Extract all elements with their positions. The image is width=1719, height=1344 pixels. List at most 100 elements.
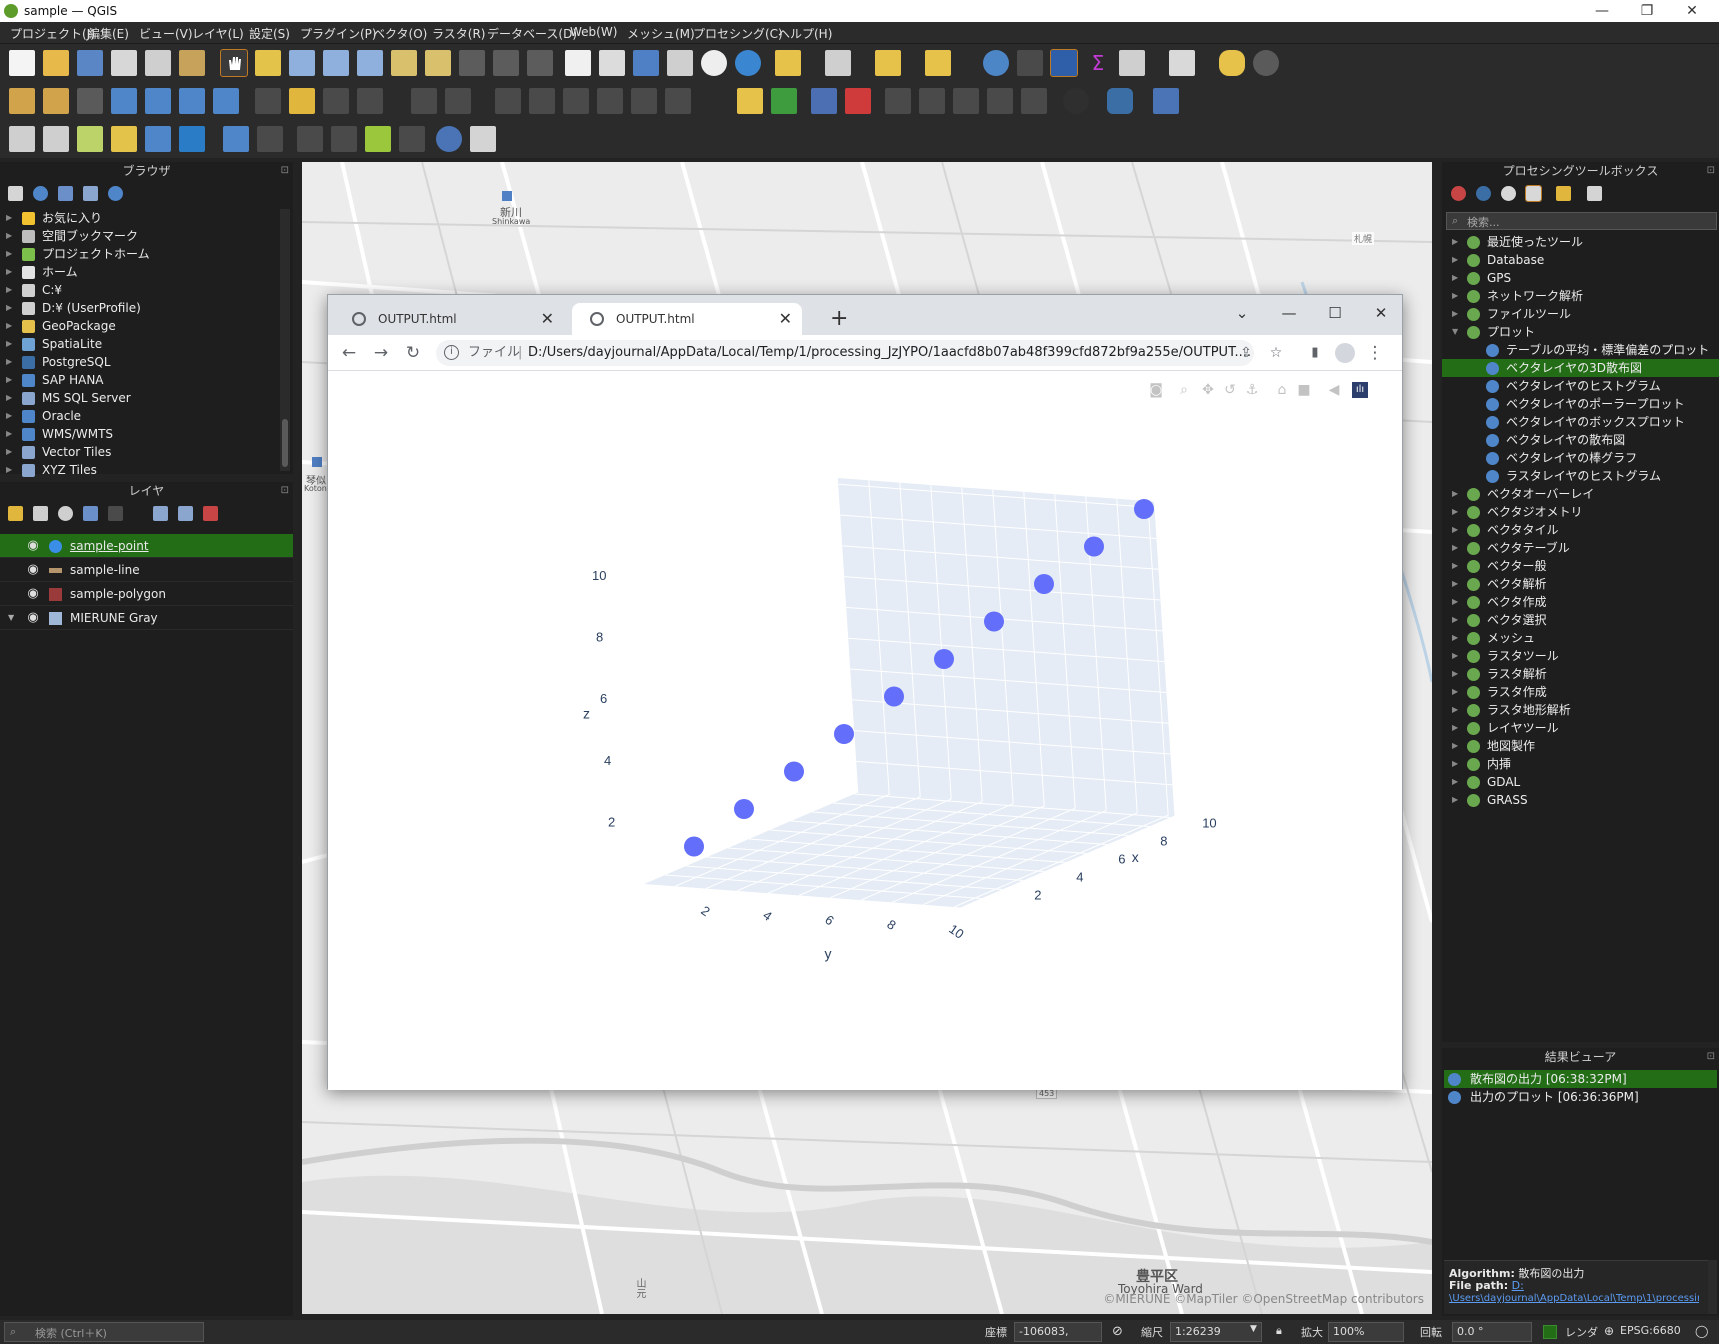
forward-arrow-icon[interactable]: → (369, 341, 393, 365)
share-icon[interactable]: ⇪ (1234, 341, 1258, 365)
cut-features-icon[interactable] (529, 88, 555, 114)
wrench-icon[interactable] (470, 126, 496, 152)
processing-item[interactable]: ベクタレイヤのヒストグラム (1442, 377, 1719, 395)
browser-item[interactable]: ▶ MS SQL Server (0, 389, 293, 407)
browser-item[interactable]: ▶ GeoPackage (0, 317, 293, 335)
browser-tab-active[interactable]: OUTPUT.html ✕ (572, 303, 802, 335)
scatter-point[interactable] (984, 611, 1004, 632)
georeferencer-icon[interactable] (297, 126, 323, 152)
scatter-point[interactable] (684, 836, 704, 857)
add-virtual-layer-icon[interactable] (213, 88, 239, 114)
browser-item[interactable]: ▶ WMS/WMTS (0, 425, 293, 443)
processing-item[interactable]: ベクタレイヤの3D散布図 (1442, 359, 1719, 377)
expand-arrow-icon[interactable]: ▶ (1452, 647, 1458, 665)
layer-row[interactable]: ◉ sample-line (0, 558, 293, 582)
new-tab-plus-icon[interactable]: + (830, 305, 848, 333)
add-group-icon[interactable] (33, 506, 48, 521)
expand-arrow-icon[interactable]: ▶ (1452, 251, 1458, 269)
open-project-icon[interactable] (43, 50, 69, 76)
add-crosshair-icon[interactable] (257, 126, 283, 152)
expand-arrow-icon[interactable]: ▶ (6, 317, 12, 335)
expand-arrow-icon[interactable]: ▶ (1452, 755, 1458, 773)
browser-item[interactable]: ▶ XYZ Tiles (0, 461, 293, 479)
undo-icon[interactable] (631, 88, 657, 114)
pan-map-icon[interactable] (220, 49, 248, 77)
expand-arrow-icon[interactable]: ▶ (1452, 593, 1458, 611)
menu-mesh[interactable]: メッシュ(M) (627, 25, 695, 42)
split-features-icon[interactable] (399, 126, 425, 152)
expand-arrow-icon[interactable]: ▶ (6, 443, 12, 461)
zoom-out-icon[interactable] (323, 50, 349, 76)
processing-item[interactable]: ▶ ラスタ解析 (1442, 665, 1719, 683)
expand-arrow-icon[interactable]: ▶ (6, 281, 12, 299)
filter-icon[interactable] (58, 186, 73, 201)
rotate-label-icon[interactable] (953, 88, 979, 114)
processing-item[interactable]: ▶ ベクタ作成 (1442, 593, 1719, 611)
add-wms-layer-icon[interactable] (9, 126, 35, 152)
new-print-layout-icon[interactable] (111, 50, 137, 76)
tab-search-chevron-icon[interactable]: ⌄ (1227, 299, 1257, 327)
expand-arrow-icon[interactable]: ▶ (1452, 773, 1458, 791)
collapse-all-icon[interactable] (83, 186, 98, 201)
zoom-native-icon[interactable] (459, 50, 485, 76)
save-project-icon[interactable] (77, 50, 103, 76)
add-line-layer-icon[interactable] (111, 88, 137, 114)
processing-item[interactable]: ▶ ラスタ地形解析 (1442, 701, 1719, 719)
history-clock-icon[interactable] (1501, 186, 1516, 201)
label-properties-icon[interactable] (1021, 88, 1047, 114)
browser-menu-icon[interactable]: ⋮ (1363, 341, 1387, 365)
statistical-summary-icon[interactable]: Σ (1085, 50, 1111, 76)
filepath-link[interactable]: D: (1512, 1279, 1524, 1292)
messages-icon[interactable]: ◯ (1695, 1324, 1708, 1338)
browser-scrollbar[interactable] (280, 209, 290, 471)
processing-item[interactable]: ▶ GPS (1442, 269, 1719, 287)
expand-arrow-icon[interactable]: ▶ (6, 335, 12, 353)
identify-features-icon[interactable] (983, 50, 1009, 76)
processing-toolbox-gear-icon[interactable] (1050, 49, 1078, 77)
expand-arrow-icon[interactable]: ▶ (6, 353, 12, 371)
zoom-last-icon[interactable] (493, 50, 519, 76)
expand-arrow-icon[interactable]: ▶ (1452, 521, 1458, 539)
processing-item[interactable]: ▶ 地図製作 (1442, 737, 1719, 755)
browser-maximize-icon[interactable]: ☐ (1320, 299, 1350, 327)
expand-arrow-icon[interactable]: ▶ (6, 209, 12, 227)
chevron-down-icon[interactable]: ▼ (1250, 1324, 1257, 1334)
collapse-all-icon[interactable] (178, 506, 193, 521)
processing-item[interactable]: ▶ 最近使ったツール (1442, 233, 1719, 251)
current-edits-icon[interactable] (255, 88, 281, 114)
show-hide-labels-icon[interactable] (885, 88, 911, 114)
processing-item[interactable]: ラスタレイヤのヒストグラム (1442, 467, 1719, 485)
scripts-icon[interactable] (1476, 186, 1491, 201)
processing-item[interactable]: ベクタレイヤのボックスプロット (1442, 413, 1719, 431)
magnifier-field[interactable]: 100% (1328, 1322, 1404, 1342)
expand-arrow-icon[interactable]: ▶ (1452, 701, 1458, 719)
expand-arrow-icon[interactable]: ▶ (1452, 539, 1458, 557)
digitize-line-icon[interactable] (357, 88, 383, 114)
menu-database[interactable]: データベース(D) (487, 25, 577, 42)
filter-legend-icon[interactable] (83, 506, 98, 521)
expand-arrow-icon[interactable]: ▶ (6, 299, 12, 317)
reload-icon[interactable]: ↻ (401, 341, 425, 365)
processing-item[interactable]: ▶ ベクタタイル (1442, 521, 1719, 539)
processing-item[interactable]: ▶ ラスタ作成 (1442, 683, 1719, 701)
scatter-point[interactable] (834, 724, 854, 744)
menu-view[interactable]: ビュー(V) (139, 25, 193, 42)
add-wfs-layer-icon[interactable] (43, 126, 69, 152)
menu-plugins[interactable]: プラグイン(P) (300, 25, 377, 42)
expand-arrow-icon[interactable]: ▶ (6, 389, 12, 407)
paste-features-icon[interactable] (597, 88, 623, 114)
processing-search-box[interactable]: ⌕ 検索... (1446, 212, 1717, 230)
back-arrow-icon[interactable]: ← (337, 341, 361, 365)
zoom-to-layer-icon[interactable] (425, 50, 451, 76)
measure-line-icon[interactable] (1169, 50, 1195, 76)
expand-arrow-icon[interactable]: ▶ (1452, 683, 1458, 701)
zoom-next-icon[interactable] (527, 50, 553, 76)
expand-arrow-icon[interactable]: ▶ (1452, 611, 1458, 629)
scatter-point[interactable] (934, 649, 954, 669)
browser-item[interactable]: ▶ D:¥ (UserProfile) (0, 299, 293, 317)
processing-item[interactable]: ▶ ベクタテーブル (1442, 539, 1719, 557)
url-text[interactable]: D:/Users/dayjournal/AppData/Local/Temp/1… (528, 340, 1251, 366)
layer-row[interactable]: ▼ ◉ MIERUNE Gray (0, 606, 293, 630)
redo-icon[interactable] (665, 88, 691, 114)
browser-item[interactable]: ▶ 空間ブックマーク (0, 227, 293, 245)
